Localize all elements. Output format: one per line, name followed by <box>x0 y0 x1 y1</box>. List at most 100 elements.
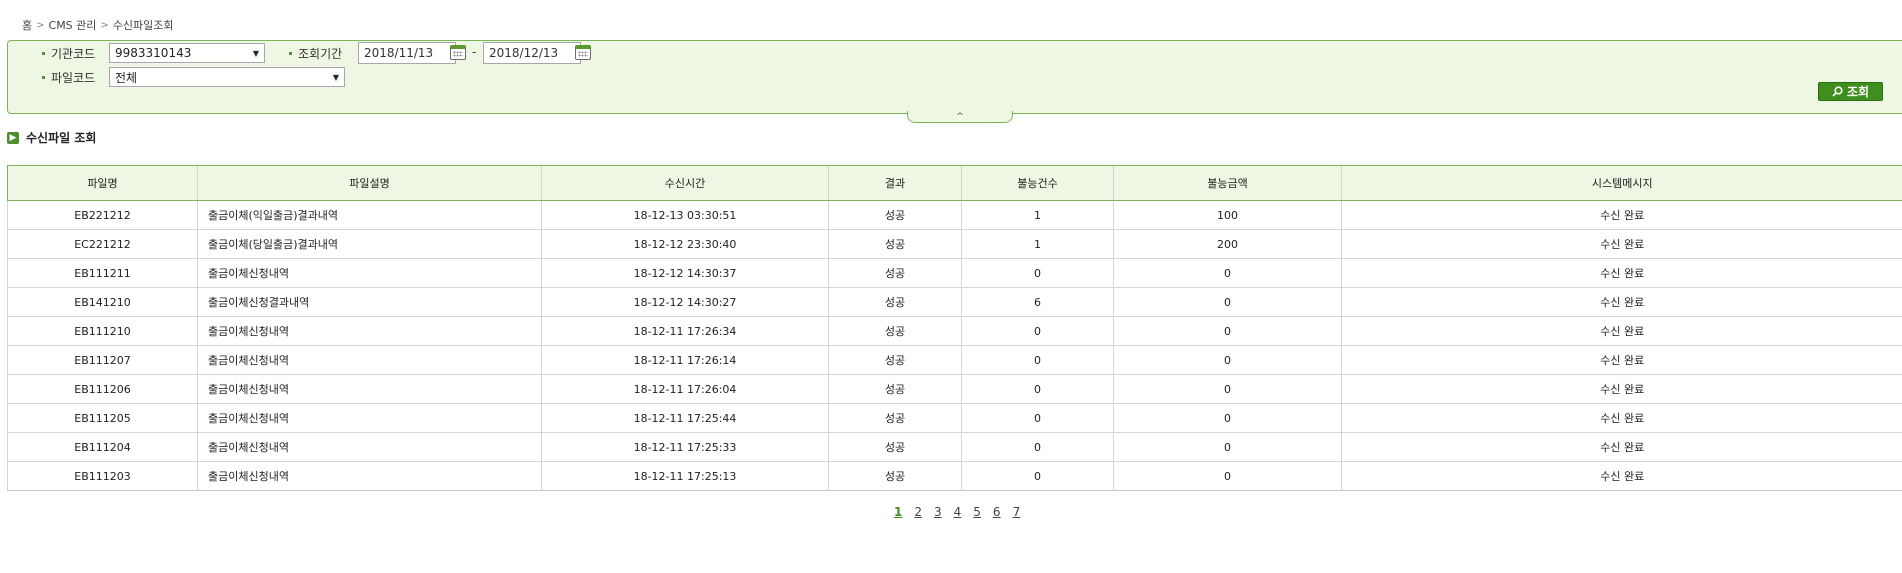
calendar-icon[interactable] <box>575 45 591 60</box>
page-link-7[interactable]: 7 <box>1013 505 1021 519</box>
file-name-cell: EB111207 <box>7 345 198 375</box>
fail-amount-cell: 0 <box>1113 374 1342 404</box>
fail-amount-cell: 0 <box>1113 432 1342 462</box>
file-desc-cell: 출금이체신청내역 <box>197 316 542 346</box>
breadcrumb-cms[interactable]: CMS 관리 <box>49 17 97 33</box>
date-from-input[interactable]: 2018/11/13 <box>358 42 456 64</box>
received-time-cell: 18-12-11 17:26:14 <box>541 345 829 375</box>
calendar-icon[interactable] <box>450 45 466 60</box>
page-link-2[interactable]: 2 <box>914 505 922 519</box>
column-header-result[interactable]: 결과 <box>828 165 962 201</box>
breadcrumb-home[interactable]: 홈 <box>22 17 32 33</box>
column-header-file-name[interactable]: 파일명 <box>7 165 198 201</box>
received-time-cell: 18-12-11 17:25:13 <box>541 461 829 491</box>
file-name-cell: EB111206 <box>7 374 198 404</box>
result-cell: 성공 <box>828 345 962 375</box>
table-row[interactable]: EB111205 출금이체신청내역 18-12-11 17:25:44 성공 0 0 수신 … <box>7 403 1902 433</box>
section-title: ▶ 수신파일 조회 <box>7 129 96 146</box>
file-name-cell: EB141210 <box>7 287 198 317</box>
collapse-panel-toggle[interactable]: ^ <box>907 111 1013 123</box>
file-desc-cell: 출금이체(익일출금)결과내역 <box>197 200 542 230</box>
table-row[interactable]: EC221212 출금이체(당일출금)결과내역 18-12-12 23:30:40 성… <box>7 229 1902 259</box>
file-name-cell: EB111210 <box>7 316 198 346</box>
file-code-select[interactable]: 전체 ▼ <box>109 67 345 87</box>
received-time-cell: 18-12-13 03:30:51 <box>541 200 829 230</box>
table-row[interactable]: EB111211 출금이체신청내역 18-12-12 14:30:37 성공 0 0 수신 … <box>7 258 1902 288</box>
file-code-label-text: 파일코드 <box>51 71 96 85</box>
section-title-text: 수신파일 조회 <box>26 131 97 145</box>
search-button[interactable]: 조회 <box>1818 82 1883 101</box>
result-cell: 성공 <box>828 403 962 433</box>
column-header-system-message[interactable]: 시스템메시지 <box>1341 165 1902 201</box>
table-row[interactable]: EB221212 출금이체(익일출금)결과내역 18-12-13 03:30:51 성… <box>7 200 1902 230</box>
page-link-1[interactable]: 1 <box>894 505 902 519</box>
file-desc-cell: 출금이체신청내역 <box>197 374 542 404</box>
page-link-4[interactable]: 4 <box>954 505 962 519</box>
file-desc-cell: 출금이체신청내역 <box>197 258 542 288</box>
page-link-5[interactable]: 5 <box>973 505 981 519</box>
fail-amount-cell: 0 <box>1113 287 1342 317</box>
system-message-cell: 수신 완료 <box>1341 432 1902 462</box>
file-desc-cell: 출금이체신청내역 <box>197 461 542 491</box>
result-cell: 성공 <box>828 461 962 491</box>
period-label-text: 조회기간 <box>298 47 343 61</box>
bullet-icon <box>289 52 292 55</box>
fail-amount-cell: 0 <box>1113 403 1342 433</box>
pagination: 1234567 <box>894 505 1020 519</box>
received-time-cell: 18-12-11 17:25:33 <box>541 432 829 462</box>
fail-amount-cell: 0 <box>1113 461 1342 491</box>
table-body: EB221212 출금이체(익일출금)결과내역 18-12-13 03:30:51 성… <box>7 200 1902 491</box>
received-time-cell: 18-12-12 23:30:40 <box>541 229 829 259</box>
page-link-6[interactable]: 6 <box>993 505 1001 519</box>
table-row[interactable]: EB111203 출금이체신청내역 18-12-11 17:25:13 성공 0 0 수신 … <box>7 461 1902 491</box>
fail-count-cell: 0 <box>961 403 1114 433</box>
table-row[interactable]: EB111206 출금이체신청내역 18-12-11 17:26:04 성공 0 0 수신 … <box>7 374 1902 404</box>
received-files-table: 파일명 파일설명 수신시간 결과 불능건수 불능금액 시스템메시지 EB2212… <box>7 165 1902 491</box>
fail-count-cell: 0 <box>961 432 1114 462</box>
date-separator: - <box>472 45 477 59</box>
dropdown-arrow-icon: ▼ <box>332 72 339 82</box>
table-header-row: 파일명 파일설명 수신시간 결과 불능건수 불능금액 시스템메시지 <box>7 165 1902 201</box>
result-cell: 성공 <box>828 316 962 346</box>
file-code-selected-value: 전체 <box>115 70 138 85</box>
org-code-select[interactable]: 9983310143 ▼ <box>109 43 265 63</box>
fail-count-cell: 0 <box>961 461 1114 491</box>
system-message-cell: 수신 완료 <box>1341 287 1902 317</box>
system-message-cell: 수신 완료 <box>1341 229 1902 259</box>
file-name-cell: EB111203 <box>7 461 198 491</box>
file-name-cell: EB111205 <box>7 403 198 433</box>
column-header-fail-amount[interactable]: 불능금액 <box>1113 165 1342 201</box>
page-link-3[interactable]: 3 <box>934 505 942 519</box>
file-desc-cell: 출금이체신청결과내역 <box>197 287 542 317</box>
file-desc-cell: 출금이체신청내역 <box>197 432 542 462</box>
dropdown-arrow-icon: ▼ <box>252 48 259 58</box>
search-icon <box>1832 86 1843 97</box>
table-row[interactable]: EB111210 출금이체신청내역 18-12-11 17:26:34 성공 0 0 수신 … <box>7 316 1902 346</box>
column-header-fail-count[interactable]: 불능건수 <box>961 165 1114 201</box>
received-time-cell: 18-12-11 17:25:44 <box>541 403 829 433</box>
breadcrumb-separator-icon: > <box>36 19 45 31</box>
fail-amount-cell: 200 <box>1113 229 1342 259</box>
table-row[interactable]: EB111207 출금이체신청내역 18-12-11 17:26:14 성공 0 0 수신 … <box>7 345 1902 375</box>
org-code-selected-value: 9983310143 <box>115 46 192 60</box>
file-name-cell: EB111204 <box>7 432 198 462</box>
table-row[interactable]: EB141210 출금이체신청결과내역 18-12-12 14:30:27 성공 6 0 수… <box>7 287 1902 317</box>
column-header-received-time[interactable]: 수신시간 <box>541 165 829 201</box>
received-time-cell: 18-12-11 17:26:34 <box>541 316 829 346</box>
system-message-cell: 수신 완료 <box>1341 374 1902 404</box>
result-cell: 성공 <box>828 258 962 288</box>
table-row[interactable]: EB111204 출금이체신청내역 18-12-11 17:25:33 성공 0 0 수신 … <box>7 432 1902 462</box>
system-message-cell: 수신 완료 <box>1341 345 1902 375</box>
bullet-icon <box>42 76 45 79</box>
file-code-label: 파일코드 <box>42 69 95 86</box>
result-cell: 성공 <box>828 200 962 230</box>
file-desc-cell: 출금이체(당일출금)결과내역 <box>197 229 542 259</box>
result-cell: 성공 <box>828 432 962 462</box>
file-desc-cell: 출금이체신청내역 <box>197 403 542 433</box>
date-to-input[interactable]: 2018/12/13 <box>483 42 581 64</box>
search-panel: 기관코드 9983310143 ▼ 조회기간 2018/11/13 - 2018… <box>7 40 1902 114</box>
file-name-cell: EC221212 <box>7 229 198 259</box>
column-header-file-desc[interactable]: 파일설명 <box>197 165 542 201</box>
system-message-cell: 수신 완료 <box>1341 403 1902 433</box>
breadcrumb: 홈 > CMS 관리 > 수신파일조회 <box>22 17 174 33</box>
